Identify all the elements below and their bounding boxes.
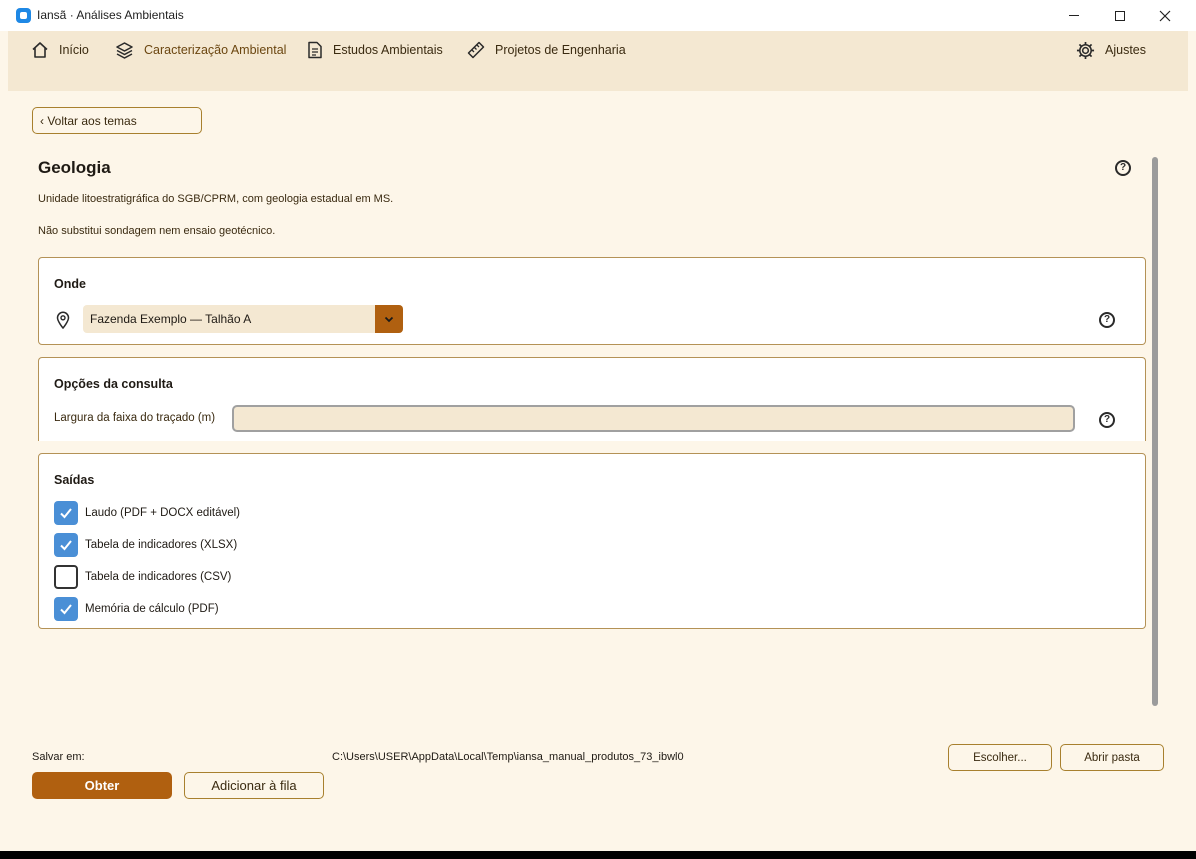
ruler-icon xyxy=(467,41,485,59)
location-select-value: Fazenda Exemplo — Talhão A xyxy=(90,312,252,326)
app-icon xyxy=(16,8,31,23)
close-icon xyxy=(1159,10,1171,21)
add-to-queue-button[interactable]: Adicionar à fila xyxy=(184,772,324,799)
nav-item-estudos[interactable]: Estudos Ambientais xyxy=(307,39,443,61)
output-csv-checkbox[interactable] xyxy=(54,565,78,589)
location-card-title: Onde xyxy=(54,277,86,291)
title-bar: Iansã · Análises Ambientais xyxy=(0,0,1196,31)
document-icon xyxy=(308,41,322,59)
app-window: Iansã · Análises Ambientais Início Carac… xyxy=(0,0,1196,851)
location-select[interactable]: Fazenda Exemplo — Talhão A xyxy=(83,305,403,333)
page-description: Unidade litoestratigráfica do SGB/CPRM, … xyxy=(38,193,394,205)
location-card: Onde Fazenda Exemplo — Talhão A ? xyxy=(38,257,1146,345)
outputs-title: Saídas xyxy=(54,473,95,487)
vertical-scrollbar[interactable] xyxy=(1152,157,1158,706)
chevron-down-icon xyxy=(384,316,394,322)
nav-item-label: Estudos Ambientais xyxy=(333,43,443,57)
home-icon xyxy=(32,42,48,58)
maximize-icon xyxy=(1115,10,1125,21)
nav-item-label: Caracterização Ambiental xyxy=(144,43,287,57)
map-pin-icon xyxy=(56,311,70,329)
top-navigation: Início Caracterização Ambiental Estudos … xyxy=(8,31,1188,91)
output-memoria-label: Memória de cálculo (PDF) xyxy=(85,603,219,615)
strip-width-input[interactable] xyxy=(232,405,1075,432)
gear-icon xyxy=(1076,41,1095,59)
window-title: Iansã · Análises Ambientais xyxy=(37,8,184,22)
output-memoria-option[interactable]: Memória de cálculo (PDF) xyxy=(54,597,219,621)
checkmark-icon xyxy=(60,540,72,551)
nav-item-ajustes[interactable]: Ajustes xyxy=(1076,39,1146,61)
output-csv-label: Tabela de indicadores (CSV) xyxy=(85,571,232,583)
output-xlsx-checkbox[interactable] xyxy=(54,533,78,557)
page-title: Geologia xyxy=(38,158,111,177)
choose-folder-button[interactable]: Escolher... xyxy=(948,744,1052,771)
output-xlsx-option[interactable]: Tabela de indicadores (XLSX) xyxy=(54,533,237,557)
get-button[interactable]: Obter xyxy=(32,772,172,799)
minimize-button[interactable] xyxy=(1051,0,1097,31)
query-options-card: Opções da consulta Largura da faixa do t… xyxy=(38,357,1146,441)
nav-item-label: Projetos de Engenharia xyxy=(495,43,626,57)
layers-icon xyxy=(116,42,133,59)
dropdown-toggle[interactable] xyxy=(375,305,403,333)
outputs-card: Saídas Laudo (PDF + DOCX editável) Tabel… xyxy=(38,453,1146,629)
help-icon[interactable]: ? xyxy=(1115,160,1131,176)
output-laudo-option[interactable]: Laudo (PDF + DOCX editável) xyxy=(54,501,240,525)
save-location-label: Salvar em: xyxy=(32,751,85,763)
checkmark-icon xyxy=(60,508,72,519)
options-help-icon[interactable]: ? xyxy=(1099,412,1115,428)
strip-width-label: Largura da faixa do traçado (m) xyxy=(54,412,216,424)
checkmark-icon xyxy=(60,604,72,615)
query-options-title: Opções da consulta xyxy=(54,377,173,391)
nav-item-inicio[interactable]: Início xyxy=(31,39,89,61)
output-laudo-label: Laudo (PDF + DOCX editável) xyxy=(85,507,240,519)
output-xlsx-label: Tabela de indicadores (XLSX) xyxy=(85,539,238,551)
close-button[interactable] xyxy=(1142,0,1188,31)
nav-item-projetos[interactable]: Projetos de Engenharia xyxy=(467,39,626,61)
location-help-icon[interactable]: ? xyxy=(1099,312,1115,328)
nav-item-label: Início xyxy=(59,43,89,57)
open-folder-button[interactable]: Abrir pasta xyxy=(1060,744,1164,771)
nav-item-caracterizacao[interactable]: Caracterização Ambiental xyxy=(115,39,286,61)
output-csv-option[interactable]: Tabela de indicadores (CSV) xyxy=(54,565,231,589)
nav-item-label: Ajustes xyxy=(1105,43,1146,57)
output-laudo-checkbox[interactable] xyxy=(54,501,78,525)
maximize-button[interactable] xyxy=(1097,0,1143,31)
page-note: Não substitui sondagem nem ensaio geotéc… xyxy=(38,225,276,237)
back-to-themes-button[interactable]: ‹ Voltar aos temas xyxy=(32,107,202,134)
save-path: C:\Users\USER\AppData\Local\Temp\iansa_m… xyxy=(332,751,684,763)
output-memoria-checkbox[interactable] xyxy=(54,597,78,621)
minimize-icon xyxy=(1069,15,1079,16)
